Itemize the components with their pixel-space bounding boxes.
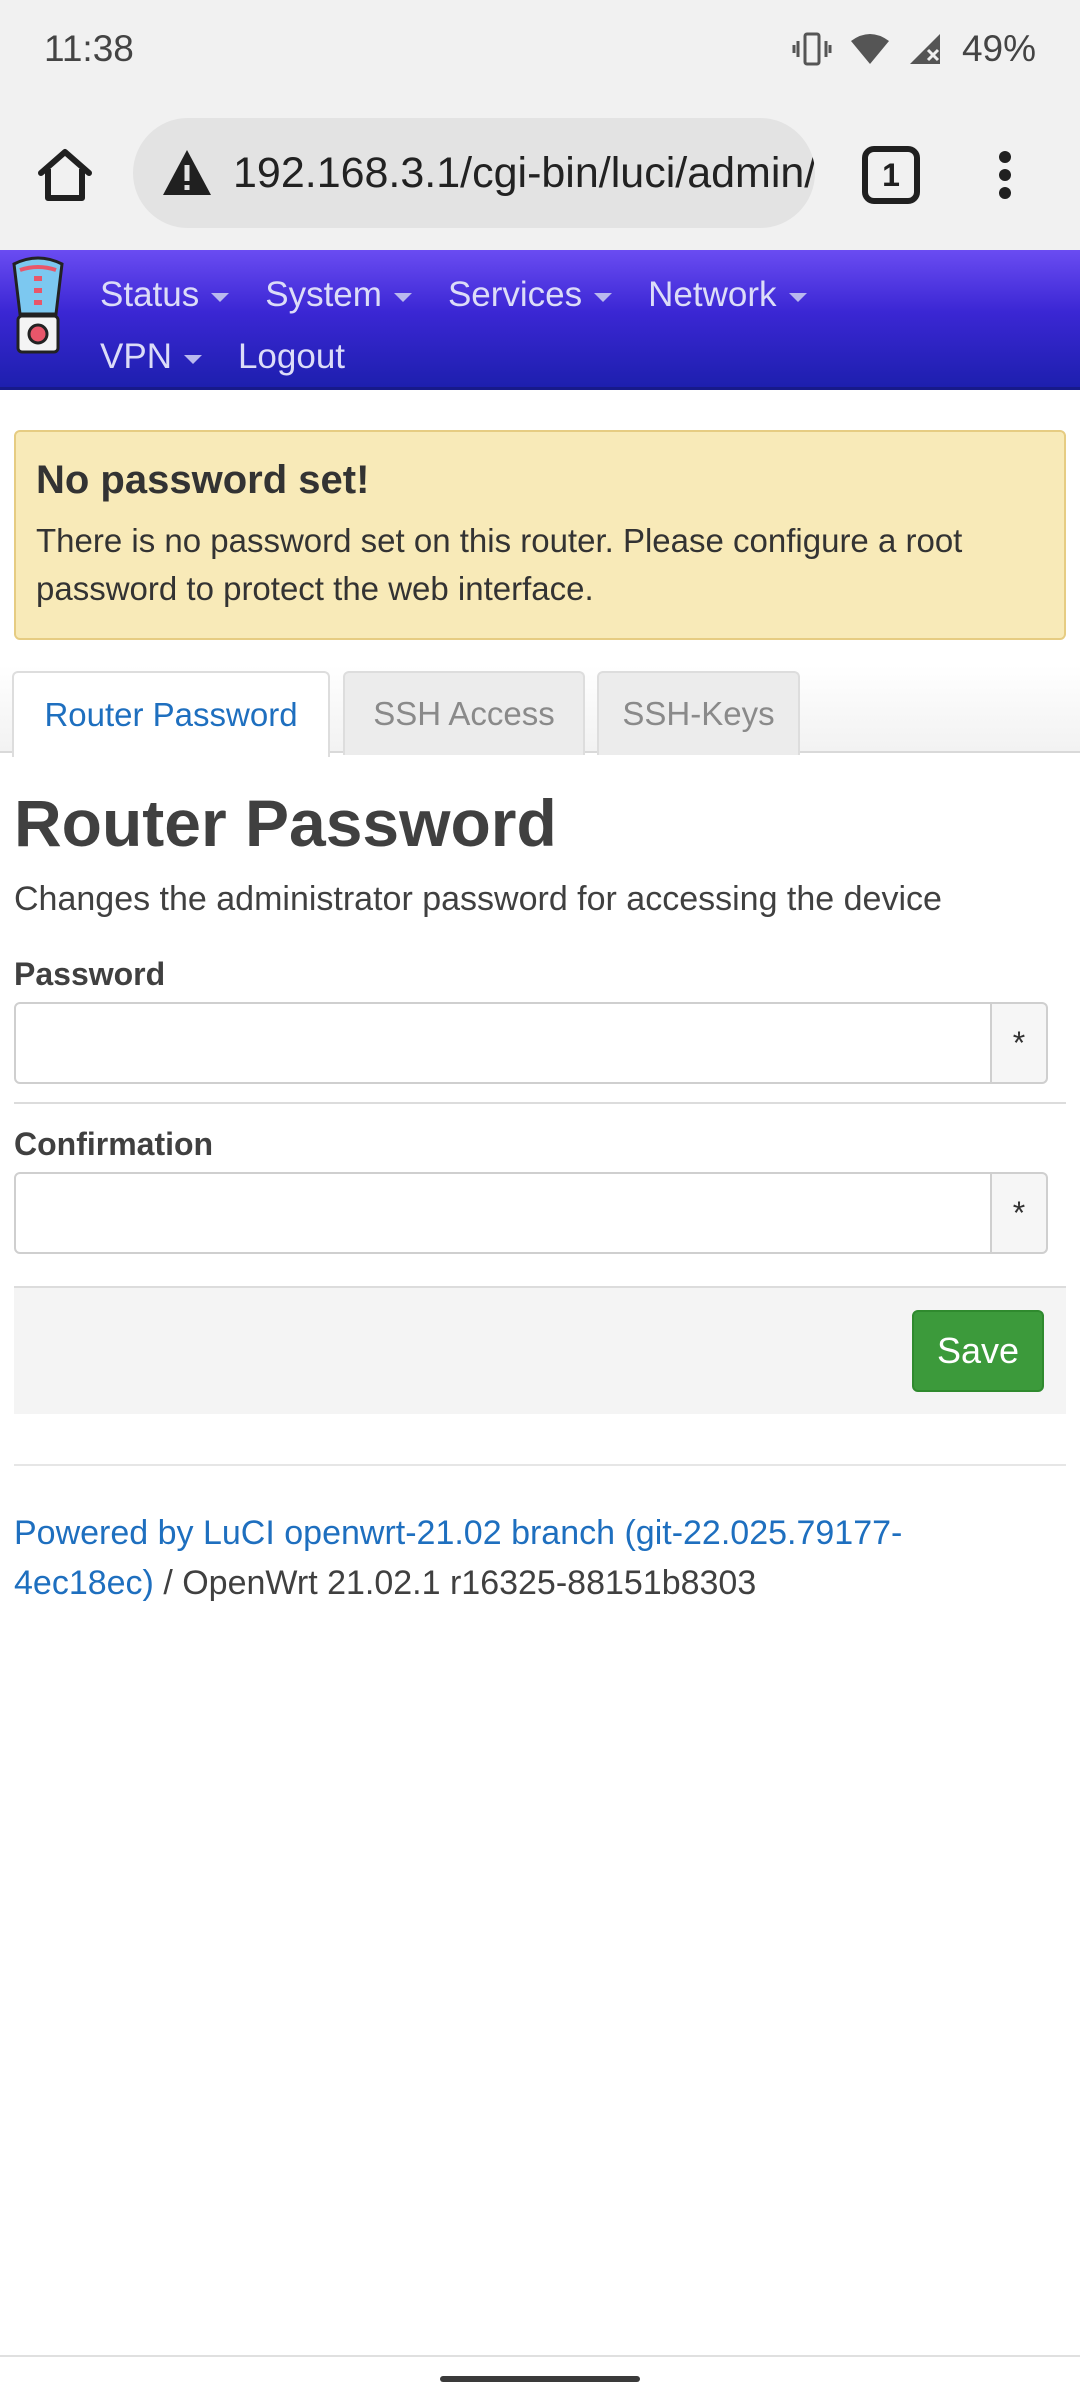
signal-icon <box>909 34 940 64</box>
footer-divider <box>14 1464 1066 1466</box>
tab-router-password[interactable]: Router Password <box>12 671 330 757</box>
nav-vpn[interactable]: VPN <box>100 337 202 377</box>
nav-system[interactable]: System <box>265 275 412 315</box>
divider <box>14 1102 1066 1104</box>
save-button[interactable]: Save <box>912 1310 1044 1392</box>
more-vert-icon[interactable] <box>985 140 1025 210</box>
alert-title: No password set! <box>36 458 370 502</box>
openwrt-version: OpenWrt 21.02.1 r16325-88151b8303 <box>182 1564 757 1602</box>
confirmation-reveal-button[interactable]: * <box>992 1172 1048 1254</box>
password-reveal-button[interactable]: * <box>992 1002 1048 1084</box>
footer-separator: / <box>153 1564 183 1602</box>
tab-ssh-keys[interactable]: SSH-Keys <box>597 671 800 755</box>
luci-header: Status System Services Network VPN Logou… <box>0 250 1080 390</box>
nav-services[interactable]: Services <box>448 275 613 315</box>
home-icon <box>38 149 92 201</box>
caret-down-icon <box>594 292 613 302</box>
battery-percent: 49% <box>961 28 1036 69</box>
confirmation-label: Confirmation <box>14 1126 214 1162</box>
password-field-group: * <box>14 1002 1048 1084</box>
status-icons: 49% <box>792 28 1036 70</box>
no-password-alert: No password set! There is no password se… <box>14 430 1066 640</box>
address-bar[interactable]: 192.168.3.1/cgi-bin/luci/admin/system/ad… <box>133 118 815 228</box>
nav-logout[interactable]: Logout <box>238 337 345 377</box>
caret-down-icon <box>211 292 230 302</box>
confirmation-field-group: * <box>14 1172 1048 1254</box>
confirmation-input[interactable] <box>14 1172 992 1254</box>
url-text: 192.168.3.1/cgi-bin/luci/admin/system/ad… <box>233 148 815 197</box>
tab-ssh-access[interactable]: SSH Access <box>343 671 585 755</box>
vibrate-icon <box>792 32 832 66</box>
password-input[interactable] <box>14 1002 992 1084</box>
tab-count: 1 <box>882 156 900 193</box>
caret-down-icon <box>393 292 412 302</box>
password-label: Password <box>14 956 166 992</box>
tab-switcher-button[interactable]: 1 <box>862 146 920 204</box>
nav-status[interactable]: Status <box>100 275 230 315</box>
status-bar: 11:38 49% <box>0 0 1080 100</box>
gesture-nav-bar[interactable] <box>440 2376 640 2382</box>
nav-network[interactable]: Network <box>648 275 807 315</box>
tab-bar: Router Password SSH Access SSH-Keys <box>0 665 1080 757</box>
caret-down-icon <box>788 292 807 302</box>
page-description: Changes the administrator password for a… <box>14 880 942 918</box>
warning-icon[interactable] <box>161 147 213 199</box>
form-actions: Save <box>14 1286 1066 1414</box>
luci-logo-icon[interactable] <box>8 256 68 356</box>
home-button[interactable] <box>30 140 100 210</box>
bottom-divider <box>0 2355 1080 2357</box>
alert-message: There is no password set on this router.… <box>36 522 963 607</box>
browser-toolbar: 192.168.3.1/cgi-bin/luci/admin/system/ad… <box>0 100 1080 250</box>
clock: 11:38 <box>44 28 134 69</box>
page-title: Router Password <box>14 786 557 860</box>
footer: Powered by LuCI openwrt-21.02 branch (gi… <box>14 1508 1014 1608</box>
wifi-icon <box>850 34 889 64</box>
caret-down-icon <box>183 354 202 364</box>
main-nav: Status System Services Network VPN Logou… <box>100 264 1000 388</box>
